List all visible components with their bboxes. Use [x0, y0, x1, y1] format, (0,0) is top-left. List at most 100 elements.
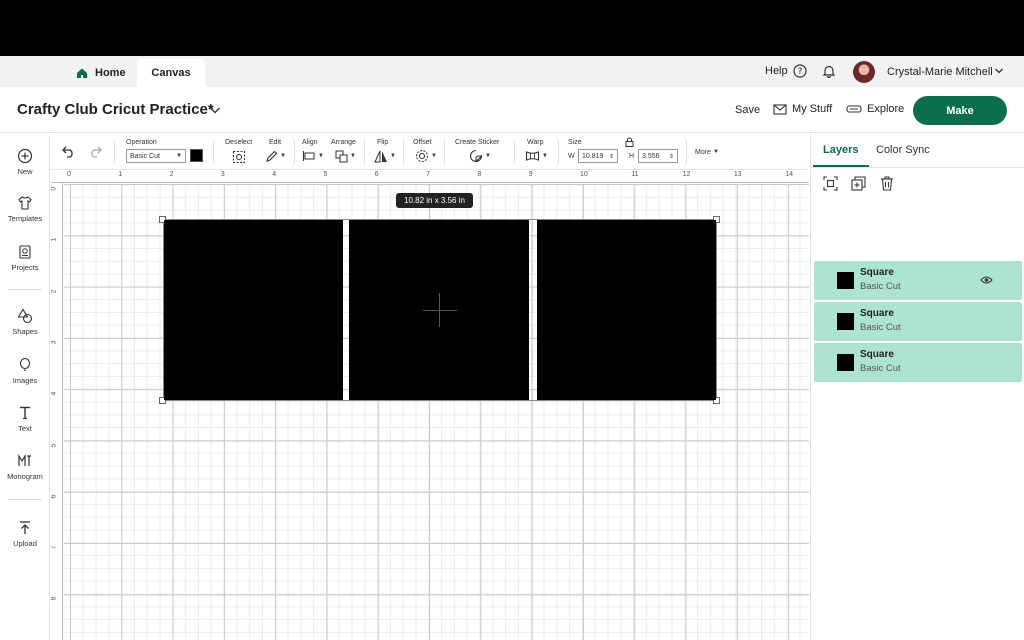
caret-down-icon: ▼ [318, 153, 324, 159]
duplicate-icon[interactable] [851, 176, 866, 191]
user-name[interactable]: Crystal-Marie Mitchell [887, 66, 993, 78]
offset-icon [416, 150, 428, 162]
layer-row[interactable]: Square Basic Cut [814, 261, 1022, 300]
tab-color-sync[interactable]: Color Sync [876, 144, 930, 156]
tab-home[interactable]: Home [66, 59, 136, 87]
deselect-icon[interactable] [232, 150, 246, 164]
project-header: Crafty Club Cricut Practice* Save My Stu… [0, 87, 1024, 133]
sidebar-divider [8, 289, 42, 290]
sidebar-item-shapes[interactable]: Shapes [0, 308, 50, 336]
sidebar-item-label: Projects [11, 263, 39, 272]
lock-icon[interactable] [625, 137, 634, 147]
text-icon [20, 406, 30, 420]
redo-icon[interactable] [88, 145, 103, 158]
layer-thumbnail [837, 272, 854, 289]
eye-icon[interactable] [980, 275, 993, 285]
make-button[interactable]: Make [913, 96, 1007, 125]
project-title[interactable]: Crafty Club Cricut Practice* [17, 101, 214, 118]
help-button[interactable]: Help ? [765, 64, 807, 78]
save-button[interactable]: Save [735, 104, 760, 116]
bell-icon[interactable] [822, 64, 836, 78]
warp-label: Warp [527, 139, 544, 146]
arrange-button[interactable]: ▼ [335, 149, 356, 163]
toolbar-divider [558, 140, 559, 164]
chevron-down-icon[interactable] [209, 105, 221, 115]
toolbar-divider [514, 140, 515, 164]
center-crosshair [439, 293, 440, 327]
warp-button[interactable]: ▼ [525, 149, 548, 163]
create-sticker-label: Create Sticker [455, 139, 500, 146]
sidebar-item-label: Templates [7, 214, 43, 223]
stepper-icon[interactable]: ⇕ [669, 153, 674, 160]
sidebar-item-upload[interactable]: Upload [0, 520, 50, 548]
chevron-down-icon[interactable] [994, 66, 1004, 76]
square-shape[interactable] [537, 220, 716, 400]
more-button[interactable]: More ▼ [695, 145, 719, 159]
toolbar-divider [294, 140, 295, 164]
ruler-tick-label: 2 [169, 171, 174, 178]
sticker-icon [469, 149, 483, 163]
toolbar-divider [213, 140, 214, 164]
sidebar-item-projects[interactable]: Projects [0, 244, 50, 272]
design-canvas[interactable]: 0 1 2 3 4 5 6 7 8 9 10 11 12 13 14 012345678 10.82 in … [51, 171, 809, 640]
tab-canvas-label: Canvas [151, 67, 191, 79]
group-icon[interactable] [823, 176, 838, 191]
trash-icon[interactable] [880, 176, 894, 191]
create-sticker-button[interactable]: ▼ [469, 149, 491, 163]
tab-bar: Home Canvas Help ? Crystal-Marie Mitchel… [0, 56, 1024, 87]
sidebar-item-monogram[interactable]: Monogram [0, 453, 50, 481]
toolbar-divider [403, 140, 404, 164]
square-shape[interactable] [164, 220, 343, 400]
flip-button[interactable]: ▼ [374, 149, 396, 163]
stepper-icon[interactable]: ⇕ [609, 153, 614, 160]
caret-down-icon: ▼ [350, 153, 356, 159]
sidebar-item-new[interactable]: New [0, 148, 50, 176]
home-icon [77, 68, 87, 78]
sidebar-item-text[interactable]: Text [0, 405, 50, 433]
projects-icon [19, 245, 31, 259]
align-button[interactable]: ▼ [302, 149, 324, 163]
ruler-vertical: 0 1 2 3 4 5 6 7 8 [51, 183, 63, 640]
layer-row[interactable]: Square Basic Cut [814, 302, 1022, 341]
ruler-tick-label: 7 [51, 545, 58, 550]
sidebar-item-label: Text [18, 424, 32, 433]
tab-layers[interactable]: Layers [823, 144, 858, 156]
width-label: W [568, 152, 575, 160]
operation-select[interactable]: Basic Cut ▼ [126, 149, 186, 163]
ruler-tick-label: 8 [477, 171, 482, 178]
tab-canvas[interactable]: Canvas [137, 59, 205, 87]
layer-row[interactable]: Square Basic Cut [814, 343, 1022, 382]
sidebar-item-images[interactable]: Images [0, 357, 50, 385]
explore-button[interactable]: Explore [846, 103, 904, 115]
dimension-tooltip: 10.82 in x 3.56 in [396, 193, 473, 208]
plus-circle-icon [17, 148, 33, 164]
ruler-tick-label: 4 [272, 171, 277, 178]
center-crosshair [423, 310, 457, 311]
height-value: 3.556 [642, 152, 660, 160]
edit-button[interactable]: ▼ [265, 149, 286, 163]
offset-button[interactable]: ▼ [415, 149, 437, 163]
ruler-tick-label: 3 [51, 340, 58, 345]
pencil-icon [266, 150, 278, 162]
operation-color-swatch[interactable] [190, 149, 203, 162]
undo-icon[interactable] [61, 145, 76, 158]
ruler-tick-label: 0 [51, 186, 58, 191]
ruler-tick-label: 6 [51, 494, 58, 499]
sidebar-item-label: Shapes [12, 327, 38, 336]
avatar[interactable] [853, 61, 875, 83]
shapes-icon [17, 308, 33, 324]
layer-thumbnail [837, 313, 854, 330]
my-stuff-button[interactable]: My Stuff [773, 103, 832, 115]
width-input[interactable]: 10.819 ⇕ [578, 149, 618, 163]
explore-label: Explore [867, 103, 905, 115]
layer-operation: Basic Cut [860, 363, 901, 374]
machine-icon [846, 105, 862, 113]
sidebar-item-templates[interactable]: Templates [0, 195, 50, 223]
ruler-tick-label: 11 [631, 171, 639, 178]
question-icon: ? [793, 64, 807, 78]
ruler-tick-label: 1 [51, 237, 58, 242]
layer-name: Square [860, 267, 894, 278]
layer-name: Square [860, 349, 894, 360]
ruler-tick-label: 5 [51, 443, 58, 447]
height-input[interactable]: 3.556 ⇕ [638, 149, 678, 163]
